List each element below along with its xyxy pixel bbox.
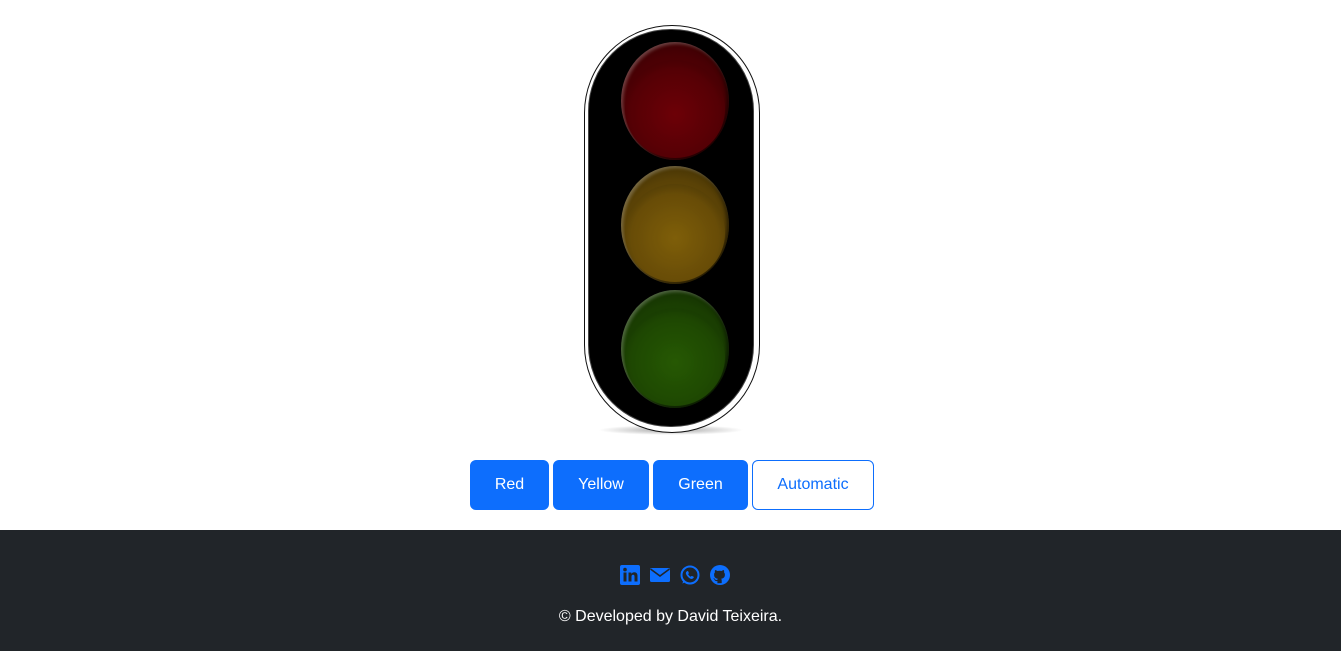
green-lamp	[621, 290, 729, 408]
yellow-button[interactable]: Yellow	[553, 460, 649, 510]
red-button[interactable]: Red	[470, 460, 549, 510]
social-links	[619, 564, 731, 586]
whatsapp-icon[interactable]	[679, 564, 701, 586]
main-content: Red Yellow Green Automatic	[0, 0, 1341, 530]
green-button[interactable]: Green	[653, 460, 748, 510]
traffic-light	[584, 25, 760, 435]
control-buttons: Red Yellow Green Automatic	[470, 460, 874, 510]
red-lamp	[621, 42, 729, 160]
traffic-light-housing	[588, 29, 754, 427]
linkedin-icon[interactable]	[619, 564, 641, 586]
footer-credits: © Developed by David Teixeira.	[558, 608, 783, 625]
automatic-button[interactable]: Automatic	[752, 460, 874, 510]
github-icon[interactable]	[709, 564, 731, 586]
footer	[0, 530, 1341, 651]
yellow-lamp	[621, 166, 729, 284]
email-icon[interactable]	[649, 564, 671, 586]
